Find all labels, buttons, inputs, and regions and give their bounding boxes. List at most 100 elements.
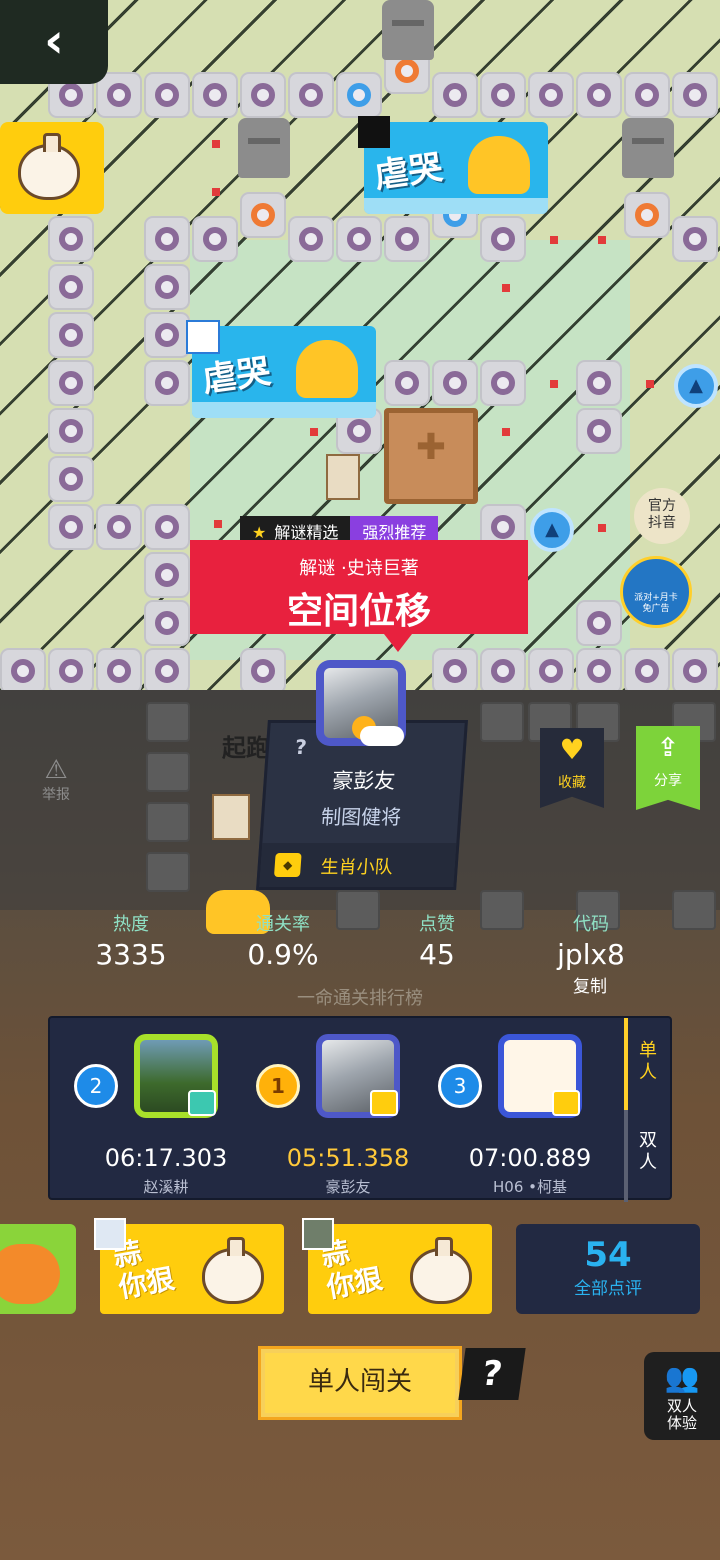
cog-block bbox=[480, 216, 526, 262]
stone-brick bbox=[146, 702, 190, 742]
moai-statue bbox=[238, 118, 290, 178]
up-arrow-pad-icon: ▲ bbox=[674, 364, 718, 408]
cog-block bbox=[48, 360, 94, 406]
red-dot bbox=[502, 428, 510, 436]
level-subtitle: 解谜 ·史诗巨著 bbox=[299, 558, 419, 579]
leaderboard: 2 06:17.303 赵溪耕 1 05:51.358 豪彭友 3 07:00.… bbox=[48, 1016, 672, 1202]
player-badge-icon bbox=[552, 1090, 580, 1116]
cog-block bbox=[576, 408, 622, 454]
favorite-label: 收藏 bbox=[558, 775, 586, 791]
cog-block bbox=[432, 360, 478, 406]
cog-block bbox=[384, 360, 430, 406]
duo-trial-button[interactable]: 👥 双人 体验 bbox=[644, 1352, 720, 1440]
all-reviews-button[interactable]: 54 全部点评 bbox=[516, 1224, 700, 1314]
back-button[interactable]: ‹ bbox=[0, 0, 108, 84]
red-dot bbox=[550, 236, 558, 244]
cog-block bbox=[144, 360, 190, 406]
sticker-text: 虐哭 bbox=[372, 147, 445, 197]
tab-double[interactable]: 双人 bbox=[628, 1130, 668, 1174]
tears-water bbox=[192, 402, 376, 418]
cog-block bbox=[672, 216, 718, 262]
party-pass-promo-button[interactable]: 派对+月卡 免广告 bbox=[620, 556, 692, 628]
player-name: H06 •柯基 bbox=[493, 1178, 567, 1196]
leaderboard-entry[interactable]: 1 05:51.358 豪彭友 bbox=[232, 1032, 409, 1196]
red-dot bbox=[550, 380, 558, 388]
player-time: 05:51.358 bbox=[286, 1144, 410, 1172]
red-dot bbox=[214, 520, 222, 528]
heart-icon: ♥ bbox=[559, 733, 585, 766]
cog-block bbox=[48, 456, 94, 502]
cog-block bbox=[576, 648, 622, 694]
report-button[interactable]: ⚠ 举报 bbox=[32, 756, 80, 804]
cog-block bbox=[576, 600, 622, 646]
comment-sticker[interactable]: 蒜 你狠 bbox=[308, 1224, 492, 1314]
player-badge-icon bbox=[188, 1090, 216, 1116]
start-marker-label: 起跑 bbox=[222, 734, 270, 762]
stat-likes-value: 45 bbox=[419, 938, 455, 971]
cog-block bbox=[672, 72, 718, 118]
red-dot bbox=[646, 380, 654, 388]
official-douyin-button[interactable]: 官方 抖音 bbox=[634, 488, 690, 544]
author-rank-title: 制图健将 bbox=[320, 805, 402, 829]
cog-block bbox=[144, 504, 190, 550]
red-dot bbox=[598, 236, 606, 244]
cog-block bbox=[48, 504, 94, 550]
cog-block bbox=[144, 600, 190, 646]
author-help-icon[interactable]: ? bbox=[294, 735, 307, 759]
share-icon: ⇪ bbox=[657, 733, 679, 763]
cog-block bbox=[48, 264, 94, 310]
comment-sticker-partial[interactable] bbox=[0, 1224, 76, 1314]
favorite-button[interactable]: ♥ 收藏 bbox=[540, 728, 604, 808]
tears-water bbox=[364, 198, 548, 214]
commenter-avatar bbox=[302, 1218, 334, 1250]
garlic-comment-sticker bbox=[0, 122, 104, 214]
stone-brick bbox=[480, 702, 524, 742]
cog-block bbox=[624, 72, 670, 118]
rank-badge: 3 bbox=[438, 1064, 482, 1108]
moai-statue bbox=[622, 118, 674, 178]
player-name: 豪彭友 bbox=[325, 1178, 371, 1196]
cog-block bbox=[432, 72, 478, 118]
author-name: 豪彭友 bbox=[331, 769, 397, 793]
chevron-left-icon: ‹ bbox=[44, 13, 64, 69]
red-dot bbox=[310, 428, 318, 436]
stone-brick bbox=[146, 802, 190, 842]
cog-block bbox=[144, 312, 190, 358]
duo-trial-label: 双人 体验 bbox=[666, 1397, 697, 1432]
user-avatar-small bbox=[186, 320, 220, 354]
cog-block bbox=[0, 648, 46, 694]
commenter-avatar bbox=[94, 1218, 126, 1250]
team-badge-icon: ◆ bbox=[273, 853, 302, 877]
cog-block bbox=[144, 552, 190, 598]
cog-block bbox=[288, 216, 334, 262]
stat-code: 代码 jplx8 bbox=[516, 910, 666, 971]
cog-block-orange bbox=[624, 192, 670, 238]
comment-sticker[interactable]: 蒜 你狠 bbox=[100, 1224, 284, 1314]
cog-block bbox=[96, 504, 142, 550]
carrot-icon bbox=[0, 1244, 60, 1304]
cog-block bbox=[576, 360, 622, 406]
tab-single[interactable]: 单人 bbox=[628, 1040, 668, 1084]
stone-brick bbox=[672, 890, 716, 930]
garlic-icon bbox=[202, 1237, 264, 1304]
leaderboard-entry[interactable]: 2 06:17.303 赵溪耕 bbox=[50, 1032, 227, 1196]
cog-block bbox=[48, 216, 94, 262]
stat-code-label: 代码 bbox=[573, 914, 609, 935]
promo-label: 派对+月卡 免广告 bbox=[634, 593, 678, 614]
reviews-label: 全部点评 bbox=[574, 1279, 642, 1299]
author-team-row[interactable]: ◆ 生肖小队 bbox=[259, 843, 457, 887]
stat-code-value: jplx8 bbox=[557, 938, 625, 971]
single-play-button[interactable]: 单人闯关 bbox=[258, 1346, 462, 1420]
stone-brick bbox=[146, 752, 190, 792]
leaderboard-entry[interactable]: 3 07:00.889 H06 •柯基 bbox=[414, 1032, 591, 1196]
moai-statue bbox=[382, 0, 434, 60]
help-button[interactable]: ? bbox=[458, 1348, 526, 1400]
team-name: 生肖小队 bbox=[319, 857, 394, 878]
user-avatar-small bbox=[358, 116, 390, 148]
reviews-count: 54 bbox=[584, 1235, 632, 1275]
cog-block bbox=[288, 72, 334, 118]
share-button[interactable]: ⇪ 分享 bbox=[636, 726, 700, 810]
wooden-crate bbox=[384, 408, 478, 504]
cog-block bbox=[144, 648, 190, 694]
cog-block bbox=[624, 648, 670, 694]
